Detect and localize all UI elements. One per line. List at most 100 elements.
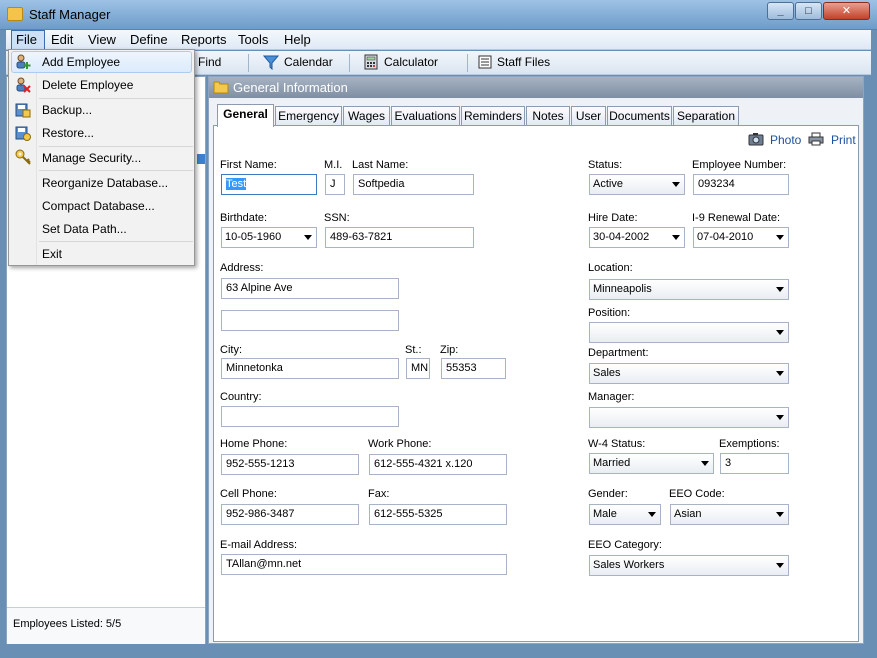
restore-icon	[15, 126, 31, 141]
app-icon	[7, 7, 23, 21]
hire-date-picker[interactable]: 30-04-2002	[589, 227, 685, 248]
email-label: E-mail Address:	[220, 539, 298, 551]
last-name-field[interactable]: Softpedia	[353, 174, 474, 195]
ssn-field[interactable]: 489-63-7821	[325, 227, 474, 248]
menu-file[interactable]: File	[11, 30, 45, 50]
hire-date-value: 30-04-2002	[593, 231, 650, 243]
maximize-button[interactable]: □	[795, 2, 822, 20]
calendar-button[interactable]: Calendar	[284, 55, 333, 69]
chevron-down-icon	[672, 182, 680, 187]
tab-user[interactable]: User	[571, 106, 606, 126]
manage-security-menu-item[interactable]: Manage Security...	[42, 151, 141, 165]
restore-menu-item[interactable]: Restore...	[42, 126, 94, 140]
country-label: Country:	[220, 391, 262, 403]
add-user-icon	[16, 54, 31, 69]
address-label: Address:	[220, 262, 264, 274]
eeo-category-select[interactable]: Sales Workers	[589, 555, 789, 576]
window-title: Staff Manager	[29, 7, 111, 22]
close-button[interactable]: ✕	[823, 2, 870, 20]
fax-label: Fax:	[368, 488, 390, 500]
chevron-down-icon	[304, 235, 312, 240]
tab-notes[interactable]: Notes	[526, 106, 570, 126]
home-phone-field[interactable]: 952-555-1213	[221, 454, 359, 475]
manager-select[interactable]	[589, 407, 789, 428]
menu-view[interactable]: View	[88, 32, 116, 47]
mi-field[interactable]: J	[325, 174, 345, 195]
employee-count-footer: Employees Listed: 5/5	[7, 607, 205, 644]
tab-separation[interactable]: Separation	[673, 106, 739, 126]
menu-separator	[39, 98, 193, 99]
print-button[interactable]: Print	[831, 133, 856, 147]
file-menu-dropdown: Add Employee Delete Employee Backup... R…	[8, 49, 195, 266]
tab-general[interactable]: General	[217, 104, 274, 127]
fax-field[interactable]: 612-555-5325	[369, 504, 507, 525]
first-name-field[interactable]: Test	[221, 174, 317, 195]
chevron-down-icon	[672, 235, 680, 240]
toolbar-divider	[349, 54, 350, 72]
key-icon	[15, 149, 31, 165]
staff-files-button[interactable]: Staff Files	[497, 55, 550, 69]
delete-employee-menu-item[interactable]: Delete Employee	[42, 78, 133, 92]
reorganize-database-menu-item[interactable]: Reorganize Database...	[42, 176, 168, 190]
employees-listed-label: Employees Listed: 5/5	[13, 618, 122, 630]
i9-renewal-picker[interactable]: 07-04-2010	[693, 227, 789, 248]
state-field[interactable]: MN	[406, 358, 430, 379]
work-phone-field[interactable]: 612-555-4321 x.120	[369, 454, 507, 475]
status-label: Status:	[588, 159, 623, 171]
exemptions-field[interactable]: 3	[720, 453, 789, 474]
find-button[interactable]: Find	[198, 55, 221, 69]
city-label: City:	[220, 344, 242, 356]
photo-button[interactable]: Photo	[770, 133, 801, 147]
city-field[interactable]: Minnetonka	[221, 358, 399, 379]
folder-icon	[213, 81, 229, 94]
tab-evaluations[interactable]: Evaluations	[391, 106, 460, 126]
department-select[interactable]: Sales	[589, 363, 789, 384]
tab-emergency[interactable]: Emergency	[275, 106, 342, 126]
menu-define[interactable]: Define	[130, 32, 168, 47]
zip-label: Zip:	[440, 344, 459, 356]
status-value: Active	[593, 178, 623, 190]
location-select[interactable]: Minneapolis	[589, 279, 789, 300]
zip-field[interactable]: 55353	[441, 358, 506, 379]
add-employee-menu-item[interactable]: Add Employee	[42, 55, 120, 69]
filter-icon	[263, 55, 279, 70]
eeo-code-select[interactable]: Asian	[670, 504, 789, 525]
state-label: St.:	[405, 344, 422, 356]
w4-status-select[interactable]: Married	[589, 453, 714, 474]
compact-database-menu-item[interactable]: Compact Database...	[42, 199, 155, 213]
toolbar-divider	[248, 54, 249, 72]
tab-documents[interactable]: Documents	[607, 106, 672, 126]
birthdate-picker[interactable]: 10-05-1960	[221, 227, 317, 248]
menu-separator	[39, 241, 193, 242]
address-line2-field[interactable]	[221, 310, 399, 331]
backup-menu-item[interactable]: Backup...	[42, 103, 92, 117]
i9-renewal-label: I-9 Renewal Date:	[692, 212, 781, 224]
position-select[interactable]	[589, 322, 789, 343]
menu-separator	[39, 170, 193, 171]
birthdate-label: Birthdate:	[220, 212, 268, 224]
menu-help[interactable]: Help	[284, 32, 311, 47]
tab-reminders[interactable]: Reminders	[461, 106, 525, 126]
exit-menu-item[interactable]: Exit	[42, 247, 62, 261]
gender-select[interactable]: Male	[589, 504, 661, 525]
camera-icon	[748, 133, 764, 146]
country-field[interactable]	[221, 406, 399, 427]
address-line1-field[interactable]: 63 Alpine Ave	[221, 278, 399, 299]
set-data-path-menu-item[interactable]: Set Data Path...	[42, 222, 127, 236]
i9-renewal-value: 07-04-2010	[697, 231, 754, 243]
mi-label: M.I.	[324, 159, 343, 171]
employee-number-field[interactable]: 093234	[693, 174, 789, 195]
menu-tools[interactable]: Tools	[238, 32, 268, 47]
cell-phone-field[interactable]: 952-986-3487	[221, 504, 359, 525]
tab-wages[interactable]: Wages	[343, 106, 390, 126]
eeo-code-label: EEO Code:	[669, 488, 725, 500]
location-label: Location:	[588, 262, 633, 274]
last-name-label: Last Name:	[352, 159, 409, 171]
menu-edit[interactable]: Edit	[51, 32, 73, 47]
menu-reports[interactable]: Reports	[181, 32, 227, 47]
status-select[interactable]: Active	[589, 174, 685, 195]
email-field[interactable]: TAllan@mn.net	[221, 554, 507, 575]
staff-files-icon	[478, 55, 492, 69]
calculator-button[interactable]: Calculator	[384, 55, 438, 69]
minimize-button[interactable]: _	[767, 2, 794, 20]
